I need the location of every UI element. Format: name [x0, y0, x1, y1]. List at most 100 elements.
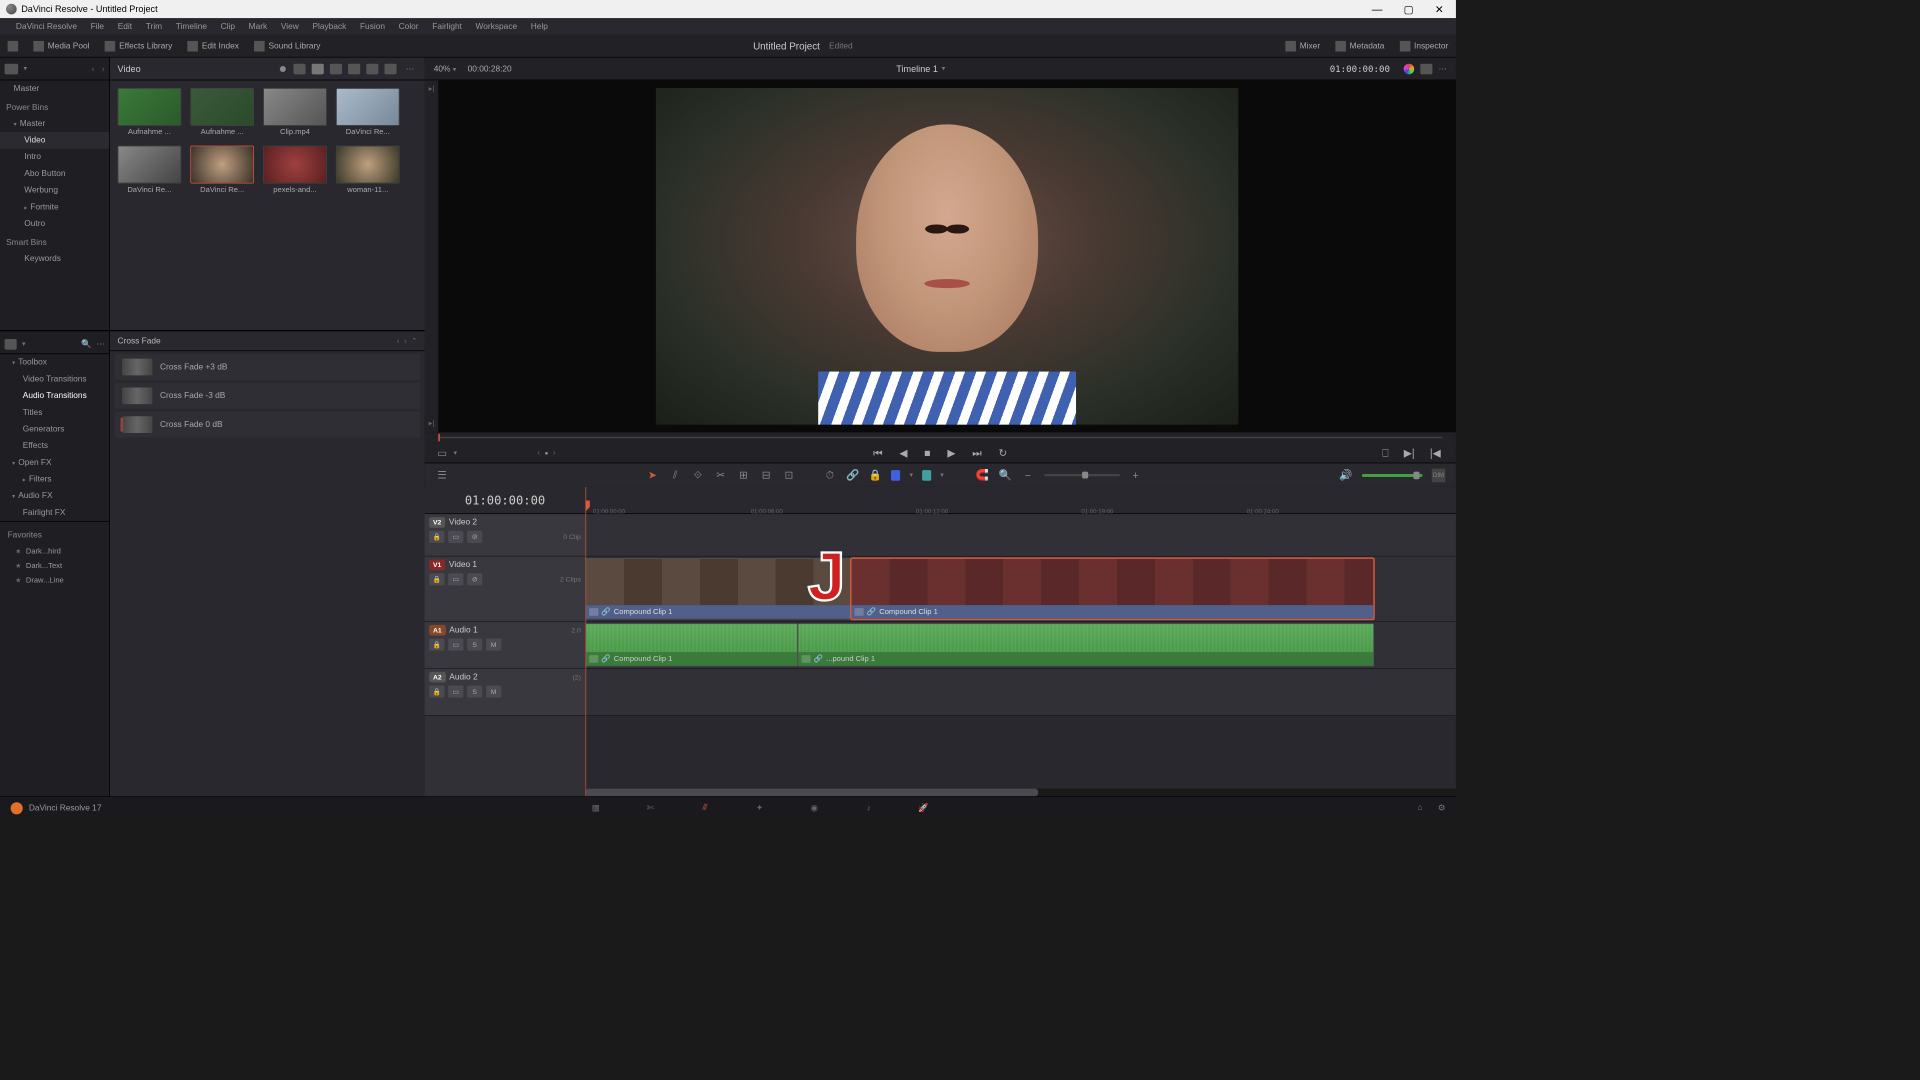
- fx-video-transitions[interactable]: Video Transitions: [0, 371, 109, 388]
- lock-icon[interactable]: 🔒: [429, 531, 444, 543]
- snap-icon[interactable]: 🧲: [976, 468, 990, 482]
- replace-icon[interactable]: ⊡: [782, 468, 796, 482]
- timeline-selector[interactable]: Timeline 1 ▾: [896, 63, 945, 74]
- fx-effects[interactable]: Effects: [0, 438, 109, 455]
- chevron-down-icon[interactable]: ▾: [24, 64, 27, 72]
- track-v1[interactable]: 🔗Compound Clip 1 🔗Compound Clip 1: [585, 557, 1456, 622]
- dual-viewer-icon[interactable]: [1420, 63, 1432, 74]
- video-clip-selected[interactable]: 🔗Compound Clip 1: [851, 558, 1374, 619]
- chevron-down-icon[interactable]: ▾: [453, 449, 456, 457]
- dim-button[interactable]: DIM: [1432, 468, 1446, 482]
- track-a1[interactable]: 🔗Compound Clip 1 🔗...pound Clip 1: [585, 622, 1456, 669]
- zoom-tool-icon[interactable]: 🔍: [998, 468, 1012, 482]
- fx-entry[interactable]: Cross Fade +3 dB: [115, 354, 421, 380]
- media-pool-button[interactable]: Media Pool: [26, 38, 97, 55]
- more-icon[interactable]: ⋯: [403, 63, 417, 74]
- collapse-icon[interactable]: ⌃: [411, 337, 417, 345]
- playhead-marker[interactable]: [438, 434, 440, 442]
- fx-audio-transitions[interactable]: Audio Transitions: [0, 387, 109, 404]
- media-page-icon[interactable]: ▦: [587, 801, 604, 815]
- menu-trim[interactable]: Trim: [139, 22, 169, 31]
- nav-fwd-icon[interactable]: ›: [102, 64, 105, 73]
- maximize-icon[interactable]: ▢: [1404, 3, 1414, 16]
- chevron-down-icon[interactable]: ▾: [453, 65, 456, 73]
- insert-icon[interactable]: ⊞: [737, 468, 751, 482]
- bin-outro[interactable]: Outro: [0, 215, 109, 232]
- next-frame-button[interactable]: ⏭: [969, 445, 985, 461]
- metadata-button[interactable]: Metadata: [1328, 38, 1392, 55]
- overlay-mode-icon[interactable]: ▭: [435, 446, 449, 460]
- filter-icon[interactable]: [384, 63, 396, 74]
- more-icon[interactable]: ⋯: [96, 339, 104, 349]
- track-header-a2[interactable]: A2Audio 2(2) 🔒▭SM: [425, 669, 586, 716]
- search-icon[interactable]: [348, 63, 360, 74]
- prev-frame-button[interactable]: ◀: [896, 445, 910, 461]
- zoom-out-icon[interactable]: −: [1021, 468, 1035, 482]
- zoom-level[interactable]: 40%: [434, 64, 451, 73]
- lock-icon[interactable]: 🔒: [429, 638, 444, 650]
- fx-fairlight-fx[interactable]: Fairlight FX: [0, 504, 109, 521]
- media-clip[interactable]: DaVinci Re...: [336, 88, 400, 137]
- chevron-down-icon[interactable]: ▾: [22, 340, 25, 348]
- menu-fusion[interactable]: Fusion: [353, 22, 392, 31]
- more-icon[interactable]: ⋯: [1438, 63, 1446, 74]
- nav-back-icon[interactable]: ‹: [91, 64, 94, 73]
- favorite-item[interactable]: ★Dark...hird: [0, 544, 109, 558]
- audio-clip[interactable]: 🔗Compound Clip 1: [585, 623, 797, 666]
- menu-davinci[interactable]: DaVinci Resolve: [9, 22, 84, 31]
- timeline-scrollbar[interactable]: [585, 789, 1456, 797]
- sound-library-button[interactable]: Sound Library: [247, 38, 329, 55]
- fx-generators[interactable]: Generators: [0, 421, 109, 438]
- dynamic-trim-icon[interactable]: ⟐: [691, 468, 705, 482]
- prev-edit-icon[interactable]: ▸|: [429, 419, 435, 427]
- stop-button[interactable]: ■: [921, 445, 933, 460]
- fx-audio-fx[interactable]: ▾Audio FX: [0, 488, 109, 505]
- bin-master[interactable]: Master: [0, 80, 109, 97]
- bins-view-icon[interactable]: [5, 63, 19, 74]
- disable-icon[interactable]: ⊘: [467, 573, 482, 585]
- bin-fortnite[interactable]: ▸Fortnite: [0, 199, 109, 216]
- timeline-view-options-icon[interactable]: ☰: [435, 468, 449, 482]
- menu-workspace[interactable]: Workspace: [469, 22, 524, 31]
- menu-playback[interactable]: Playback: [306, 22, 354, 31]
- strip-view-icon[interactable]: [293, 63, 305, 74]
- audio-clip[interactable]: 🔗...pound Clip 1: [798, 623, 1374, 666]
- fusion-page-icon[interactable]: ✦: [751, 801, 768, 815]
- track-header-v2[interactable]: V2Video 2 🔒▭⊘0 Clip: [425, 514, 586, 556]
- edit-index-button[interactable]: Edit Index: [180, 38, 247, 55]
- bin-pb-master[interactable]: ▾Master: [0, 115, 109, 132]
- mixer-button[interactable]: Mixer: [1278, 38, 1328, 55]
- menu-timeline[interactable]: Timeline: [169, 22, 214, 31]
- favorite-item[interactable]: ★Dark...Text: [0, 559, 109, 573]
- edit-page-icon[interactable]: ⫻: [697, 801, 714, 815]
- menu-help[interactable]: Help: [524, 22, 555, 31]
- match-frame-icon[interactable]: ⎕: [1379, 445, 1391, 461]
- solo-button[interactable]: S: [467, 638, 482, 650]
- overwrite-icon[interactable]: ⊟: [759, 468, 773, 482]
- bin-abo-button[interactable]: Abo Button: [0, 165, 109, 182]
- bin-intro[interactable]: Intro: [0, 149, 109, 166]
- project-manager-icon[interactable]: ⌂: [1418, 803, 1423, 813]
- deliver-page-icon[interactable]: 🚀: [915, 801, 932, 815]
- fx-view-icon[interactable]: [5, 339, 17, 350]
- volume-slider[interactable]: [1362, 474, 1423, 477]
- track-v2[interactable]: [585, 514, 1456, 556]
- home-icon[interactable]: [11, 802, 23, 814]
- bin-video[interactable]: Video: [0, 132, 109, 149]
- inspector-button[interactable]: Inspector: [1392, 38, 1456, 55]
- menu-fairlight[interactable]: Fairlight: [425, 22, 468, 31]
- media-clip[interactable]: woman-11...: [336, 146, 400, 195]
- minimize-icon[interactable]: —: [1372, 3, 1383, 16]
- playhead[interactable]: [585, 487, 586, 796]
- go-end-icon[interactable]: ▶|: [1401, 445, 1418, 461]
- effects-library-button[interactable]: Effects Library: [97, 38, 180, 55]
- speaker-icon[interactable]: 🔊: [1339, 468, 1353, 482]
- viewer-scrubber[interactable]: [425, 432, 1456, 443]
- lock-icon[interactable]: 🔒: [869, 468, 883, 482]
- timeline-ruler[interactable]: 01:00:00:00 01:00:06:00 01:00:12:00 01:0…: [585, 487, 1456, 514]
- media-clip[interactable]: Clip.mp4: [263, 88, 327, 137]
- nav-next-icon[interactable]: ›: [553, 448, 556, 457]
- go-start-icon[interactable]: |◀: [1427, 445, 1444, 461]
- first-frame-button[interactable]: ⏮: [870, 445, 886, 461]
- fx-toolbox[interactable]: ▾Toolbox: [0, 354, 109, 371]
